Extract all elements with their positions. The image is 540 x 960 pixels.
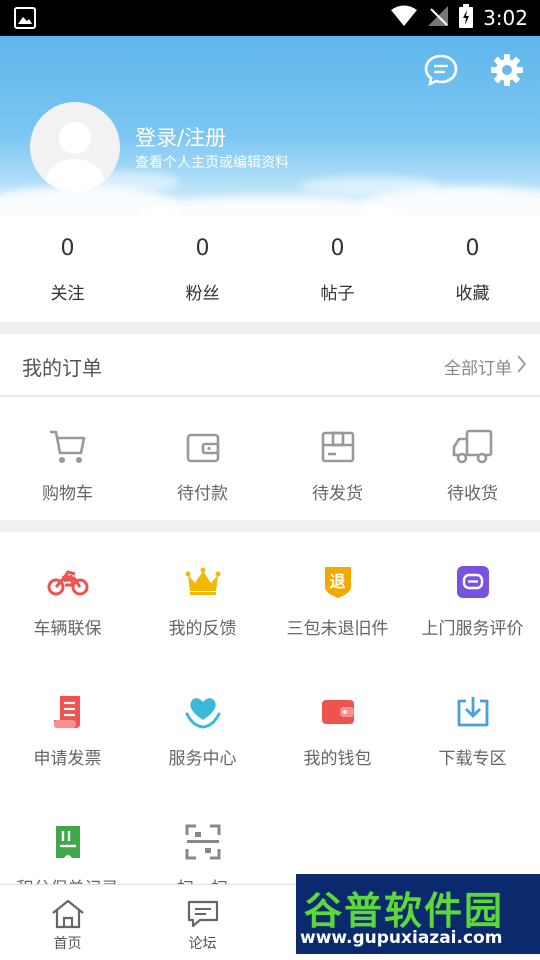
stat-label: 粉丝 — [185, 284, 220, 304]
download-icon — [451, 690, 495, 734]
service-onsite-rating[interactable]: 上门服务评价 — [405, 532, 540, 662]
nav-label: 首页 — [53, 936, 82, 952]
truck-icon — [451, 425, 495, 469]
watermark-brand: 谷普软件园 — [304, 889, 505, 933]
stat-label: 帖子 — [320, 284, 355, 304]
login-register-link[interactable]: 登录/注册 — [135, 122, 226, 152]
home-icon — [50, 897, 86, 931]
service-my-feedback[interactable]: 我的反馈 — [135, 532, 270, 662]
service-label: 上门服务评价 — [421, 619, 524, 639]
order-cart[interactable]: 购物车 — [0, 397, 135, 520]
chevron-right-icon[interactable] — [516, 355, 527, 377]
service-scan[interactable]: 扫一扫 — [135, 792, 270, 884]
services-grid: 车辆联保 我的反馈 退 三包未退旧件 上门服务评价 申请发票 服务中心 我的钱包… — [0, 532, 540, 884]
nav-forum[interactable]: 论坛 — [135, 885, 270, 960]
profile-subtitle: 查看个人主页或编辑资料 — [135, 155, 289, 171]
chat-bubble-icon — [451, 560, 495, 604]
avatar[interactable] — [30, 102, 120, 192]
gear-icon[interactable] — [487, 50, 527, 90]
stat-value: 0 — [465, 236, 480, 261]
message-icon[interactable] — [421, 50, 461, 90]
nav-label: 论坛 — [188, 936, 217, 952]
status-bar: 3:02 — [0, 0, 540, 36]
order-label: 购物车 — [42, 484, 93, 504]
ticket-icon — [46, 820, 90, 864]
battery-charging-icon — [459, 4, 474, 32]
nav-home[interactable]: 首页 — [0, 885, 135, 960]
stat-posts[interactable]: 0 帖子 — [270, 216, 405, 322]
order-label: 待发货 — [312, 484, 363, 504]
stat-label: 收藏 — [455, 284, 490, 304]
no-signal-icon — [427, 5, 449, 31]
order-status-row: 购物车 待付款 待发货 待收货 — [0, 397, 540, 520]
profile-header: 登录/注册 查看个人主页或编辑资料 — [0, 36, 540, 216]
return-badge-text: 退 — [329, 572, 346, 591]
order-pending-shipment[interactable]: 待发货 — [270, 397, 405, 520]
site-watermark: 谷普软件园 www.gupuxiazai.com — [296, 874, 540, 954]
heart-hand-icon — [181, 690, 225, 734]
gallery-notification-icon — [14, 7, 36, 33]
service-label: 申请发票 — [33, 749, 102, 769]
service-apply-invoice[interactable]: 申请发票 — [0, 662, 135, 792]
wallet-icon — [181, 425, 225, 469]
order-label: 待收货 — [447, 484, 498, 504]
service-label: 我的钱包 — [303, 749, 372, 769]
motorcycle-icon — [46, 560, 90, 604]
package-icon — [316, 425, 360, 469]
order-pending-payment[interactable]: 待付款 — [135, 397, 270, 520]
invoice-icon — [46, 690, 90, 734]
service-label: 车辆联保 — [33, 619, 102, 639]
order-label: 待付款 — [177, 484, 228, 504]
service-my-wallet[interactable]: 我的钱包 — [270, 662, 405, 792]
service-label: 下载专区 — [438, 749, 507, 769]
service-download-zone[interactable]: 下载专区 — [405, 662, 540, 792]
service-label: 积分保单记录 — [17, 874, 119, 884]
orders-header: 我的订单 全部订单 — [0, 334, 540, 396]
service-unreturned-parts[interactable]: 退 三包未退旧件 — [270, 532, 405, 662]
stat-following[interactable]: 0 关注 — [0, 216, 135, 322]
stat-value: 0 — [195, 236, 210, 261]
service-center[interactable]: 服务中心 — [135, 662, 270, 792]
cart-icon — [46, 425, 90, 469]
service-label: 我的反馈 — [168, 619, 237, 639]
crown-icon — [181, 560, 225, 604]
service-label: 扫一扫 — [177, 874, 228, 884]
service-label: 服务中心 — [168, 749, 237, 769]
stat-label: 关注 — [50, 284, 85, 304]
status-time: 3:02 — [483, 6, 528, 30]
scan-icon — [181, 820, 225, 864]
stat-value: 0 — [60, 236, 75, 261]
orders-title: 我的订单 — [22, 356, 102, 380]
stat-favorites[interactable]: 0 收藏 — [405, 216, 540, 322]
order-pending-receipt[interactable]: 待收货 — [405, 397, 540, 520]
service-points-policy-record[interactable]: 积分保单记录 — [0, 792, 135, 884]
stat-value: 0 — [330, 236, 345, 261]
all-orders-link[interactable]: 全部订单 — [444, 354, 512, 379]
stat-fans[interactable]: 0 粉丝 — [135, 216, 270, 322]
return-badge-icon: 退 — [316, 560, 360, 604]
service-label: 三包未退旧件 — [286, 619, 389, 639]
red-wallet-icon — [316, 690, 360, 734]
service-vehicle-warranty[interactable]: 车辆联保 — [0, 532, 135, 662]
wifi-icon — [391, 5, 418, 31]
forum-icon — [185, 897, 221, 931]
stats-bar: 0 关注 0 粉丝 0 帖子 0 收藏 — [0, 216, 540, 322]
watermark-url: www.gupuxiazai.com — [300, 928, 503, 948]
